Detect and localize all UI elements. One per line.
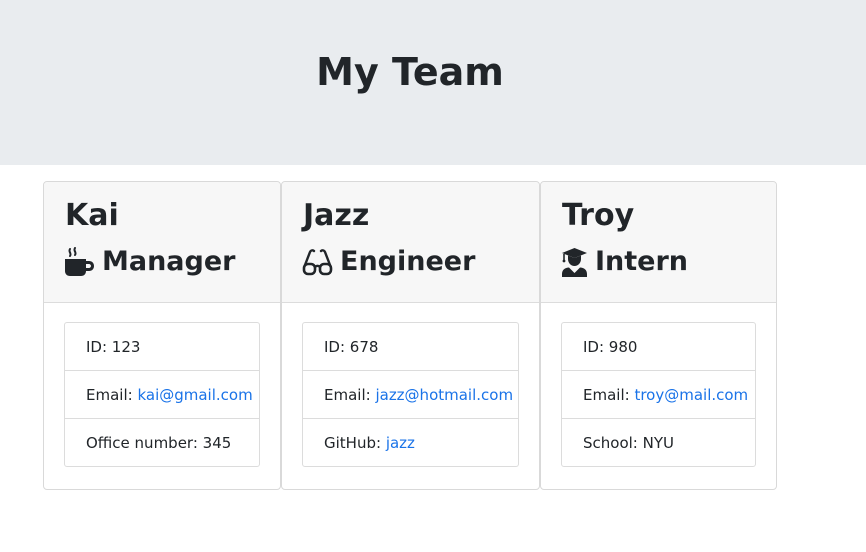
id-item: ID: 123: [65, 323, 259, 371]
employee-details: ID: 980 Email: troy@mail.com School: NYU: [561, 322, 756, 467]
id-label: ID:: [324, 338, 350, 356]
id-item: ID: 980: [562, 323, 755, 371]
employee-details: ID: 678 Email: jazz@hotmail.com GitHub: …: [302, 322, 519, 467]
employee-card-intern: Troy Intern ID: 980 Email: troy@mail.com…: [540, 181, 777, 490]
employee-card-manager: Kai Manager ID: 123 Email: kai@gmail.com…: [43, 181, 281, 490]
email-label: Email:: [86, 386, 138, 404]
glasses-icon: [302, 247, 333, 277]
employee-card-engineer: Jazz Engineer ID: 678 Email: jazz@hotmai…: [281, 181, 540, 490]
office-number-value: 345: [202, 434, 232, 452]
id-item: ID: 678: [303, 323, 518, 371]
email-label: Email:: [583, 386, 635, 404]
school-value: NYU: [642, 434, 674, 452]
employee-role: Intern: [561, 244, 688, 280]
office-number-item: Office number: 345: [65, 419, 259, 466]
office-number-label: Office number:: [86, 434, 203, 452]
employee-role: Manager: [64, 244, 235, 280]
role-label: Manager: [102, 246, 236, 277]
card-header: Kai Manager: [44, 182, 280, 303]
id-value: 980: [608, 338, 638, 356]
id-label: ID:: [583, 338, 609, 356]
card-header: Troy Intern: [541, 182, 776, 303]
role-label: Intern: [595, 246, 689, 277]
github-link[interactable]: jazz: [386, 434, 415, 452]
github-item: GitHub: jazz: [303, 419, 518, 466]
email-link[interactable]: jazz@hotmail.com: [375, 386, 513, 404]
school-label: School:: [583, 434, 643, 452]
employee-role: Engineer: [302, 244, 475, 280]
employee-name: Jazz: [303, 198, 370, 233]
email-link[interactable]: troy@mail.com: [634, 386, 748, 404]
page-title: My Team: [316, 50, 504, 94]
role-label: Engineer: [340, 246, 476, 277]
employee-name: Troy: [562, 198, 635, 233]
email-item: Email: jazz@hotmail.com: [303, 371, 518, 419]
email-item: Email: troy@mail.com: [562, 371, 755, 419]
employee-details: ID: 123 Email: kai@gmail.com Office numb…: [64, 322, 260, 467]
id-value: 678: [349, 338, 379, 356]
email-item: Email: kai@gmail.com: [65, 371, 259, 419]
school-item: School: NYU: [562, 419, 755, 466]
id-label: ID:: [86, 338, 112, 356]
id-value: 123: [111, 338, 141, 356]
email-link[interactable]: kai@gmail.com: [137, 386, 252, 404]
graduate-icon: [561, 247, 588, 277]
header-jumbotron: My Team: [0, 0, 866, 165]
email-label: Email:: [324, 386, 376, 404]
employee-name: Kai: [65, 198, 119, 233]
card-header: Jazz Engineer: [282, 182, 539, 303]
github-label: GitHub:: [324, 434, 386, 452]
mug-icon: [64, 247, 95, 277]
